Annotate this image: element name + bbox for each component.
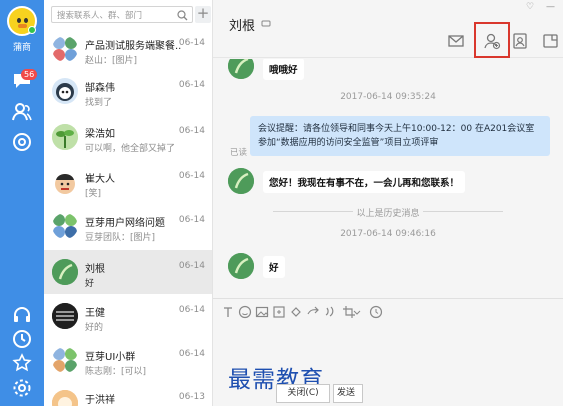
headset-icon[interactable] bbox=[11, 304, 33, 326]
group-avatar bbox=[52, 213, 78, 239]
conversation-preview: 陈志刚：[可以] bbox=[85, 367, 147, 377]
font-icon[interactable] bbox=[221, 305, 235, 319]
my-message-bubble: 会议提醒：请各位领导和同事今天上午10:00-12：00 在A201会议室参加“… bbox=[250, 116, 550, 156]
quick-reply-icon[interactable] bbox=[306, 305, 320, 319]
list-item-active[interactable]: 刘根 好 06-14 bbox=[44, 250, 212, 294]
apps-icon[interactable] bbox=[11, 131, 33, 153]
contact-avatar bbox=[228, 253, 254, 279]
close-button[interactable]: 关闭(C) bbox=[276, 384, 330, 403]
list-item[interactable]: 豆芽UI小群 陈志刚：[可以] 06-14 bbox=[44, 340, 212, 382]
contacts-icon[interactable] bbox=[11, 101, 33, 123]
avatar bbox=[52, 303, 78, 329]
conversation-preview: 可以啊，他全部又掉了 bbox=[85, 144, 176, 154]
avatar-beak bbox=[18, 24, 27, 28]
send-button[interactable]: 发送 bbox=[333, 384, 363, 403]
device-icon bbox=[261, 20, 271, 27]
group-avatar bbox=[52, 36, 78, 62]
chevron-down-icon[interactable] bbox=[353, 305, 361, 319]
conversation-date: 06-13 bbox=[178, 392, 205, 402]
conversation-date: 06-14 bbox=[178, 349, 205, 359]
avatar-eye bbox=[24, 18, 28, 23]
image-icon[interactable] bbox=[255, 305, 269, 319]
conversation-name: 豆芽UI小群 bbox=[85, 352, 136, 363]
history-label: 以上是历史消息 bbox=[356, 209, 420, 219]
profile-card-icon[interactable] bbox=[511, 32, 529, 50]
list-item[interactable]: 豆芽用户网络问题 豆芽团队：[图片] 06-14 bbox=[44, 206, 212, 248]
list-item[interactable]: 梁浩如 可以啊，他全部又掉了 06-14 bbox=[44, 117, 212, 159]
settings-icon[interactable] bbox=[11, 377, 33, 399]
conversation-name: 产品测试服务端聚餐... bbox=[85, 41, 181, 52]
voice-icon[interactable] bbox=[323, 305, 337, 319]
conversation-name: 于洪祥 bbox=[85, 395, 115, 406]
add-button[interactable]: + bbox=[195, 6, 211, 23]
search-box[interactable]: 搜索联系人、群、部门 bbox=[51, 6, 193, 23]
avatar bbox=[52, 78, 78, 104]
conversation-date: 06-14 bbox=[178, 126, 205, 136]
list-item[interactable]: 于洪祥 06-13 bbox=[44, 383, 212, 406]
conversation-name: 崔大人 bbox=[85, 174, 115, 185]
message-history: 哦哦好 2017-06-14 09:35:24 会议提醒：请各位领导和同事今天上… bbox=[213, 59, 563, 297]
avatar-eye bbox=[17, 18, 21, 23]
list-item[interactable]: 崔大人 [笑] 06-14 bbox=[44, 162, 212, 204]
nav-rail: 蒲商 56 bbox=[0, 0, 44, 406]
contact-avatar bbox=[228, 59, 254, 79]
conversation-name: 豆芽用户网络问题 bbox=[85, 218, 165, 229]
conversation-date: 06-14 bbox=[178, 305, 205, 315]
conversation-name: 刘根 bbox=[85, 264, 105, 275]
user-name: 蒲商 bbox=[12, 43, 31, 53]
message-bubble: 您好！我现在有事不在，一会儿再和您联系！ bbox=[263, 171, 466, 193]
file-icon[interactable] bbox=[272, 305, 286, 319]
chat-title: 刘根 bbox=[229, 19, 256, 34]
conversation-list: 搜索联系人、群、部门 + 产品测试服务端聚餐... 赵山：[图片] 06-14 … bbox=[44, 0, 213, 406]
conversation-date: 06-14 bbox=[178, 261, 205, 271]
input-toolbar bbox=[213, 298, 563, 324]
minimize-icon[interactable]: — bbox=[546, 2, 555, 12]
conversation-date: 06-14 bbox=[178, 215, 205, 225]
chat-header: 刘根 ♡ — bbox=[213, 0, 563, 58]
conversation-name: 梁浩如 bbox=[85, 129, 115, 140]
messages-badge: 56 bbox=[21, 69, 38, 80]
conversation-preview: [笑] bbox=[85, 189, 102, 199]
chat-pane: 刘根 ♡ — 哦哦好 2017-06-14 09:35:24 会议提醒：请各位领… bbox=[213, 0, 563, 406]
clock-icon[interactable] bbox=[11, 328, 33, 350]
add-member-icon[interactable] bbox=[483, 32, 501, 50]
read-status: 已读 bbox=[230, 148, 248, 158]
conversation-date: 06-14 bbox=[178, 171, 205, 181]
list-item[interactable]: 郜森伟 找到了 06-14 bbox=[44, 71, 212, 113]
star-icon[interactable] bbox=[11, 352, 33, 374]
mail-icon[interactable] bbox=[447, 32, 465, 50]
avatar bbox=[52, 390, 78, 406]
expand-icon[interactable] bbox=[542, 32, 560, 50]
avatar bbox=[52, 169, 78, 195]
conversation-preview: 赵山：[图片] bbox=[85, 56, 138, 66]
conversation-preview: 好的 bbox=[85, 323, 104, 333]
list-item[interactable]: 产品测试服务端聚餐... 赵山：[图片] 06-14 bbox=[44, 29, 212, 71]
conversation-date: 06-14 bbox=[178, 80, 205, 90]
group-avatar bbox=[52, 347, 78, 373]
message-bubble: 哦哦好 bbox=[263, 59, 304, 80]
conversation-preview: 找到了 bbox=[85, 98, 113, 108]
history-icon[interactable] bbox=[369, 305, 383, 319]
contact-avatar bbox=[228, 168, 254, 194]
avatar bbox=[52, 259, 78, 285]
message-bubble: 好 bbox=[263, 256, 285, 278]
timestamp: 2017-06-14 09:46:16 bbox=[340, 229, 436, 239]
timestamp: 2017-06-14 09:35:24 bbox=[340, 92, 436, 102]
list-item[interactable]: 王健 好的 06-14 bbox=[44, 296, 212, 338]
emoji-icon[interactable] bbox=[238, 305, 252, 319]
conversation-name: 郜森伟 bbox=[85, 83, 115, 94]
conversation-date: 06-14 bbox=[178, 38, 205, 48]
search-icon[interactable] bbox=[177, 10, 188, 21]
conversation-preview: 豆芽团队：[图片] bbox=[85, 233, 156, 243]
conversation-name: 王健 bbox=[85, 308, 105, 319]
avatar bbox=[52, 124, 78, 150]
search-input[interactable]: 搜索联系人、群、部门 bbox=[57, 9, 142, 21]
shake-icon[interactable] bbox=[289, 305, 303, 319]
conversation-preview: 好 bbox=[85, 279, 95, 289]
online-status-dot bbox=[28, 26, 36, 34]
skin-icon[interactable]: ♡ bbox=[526, 2, 534, 12]
